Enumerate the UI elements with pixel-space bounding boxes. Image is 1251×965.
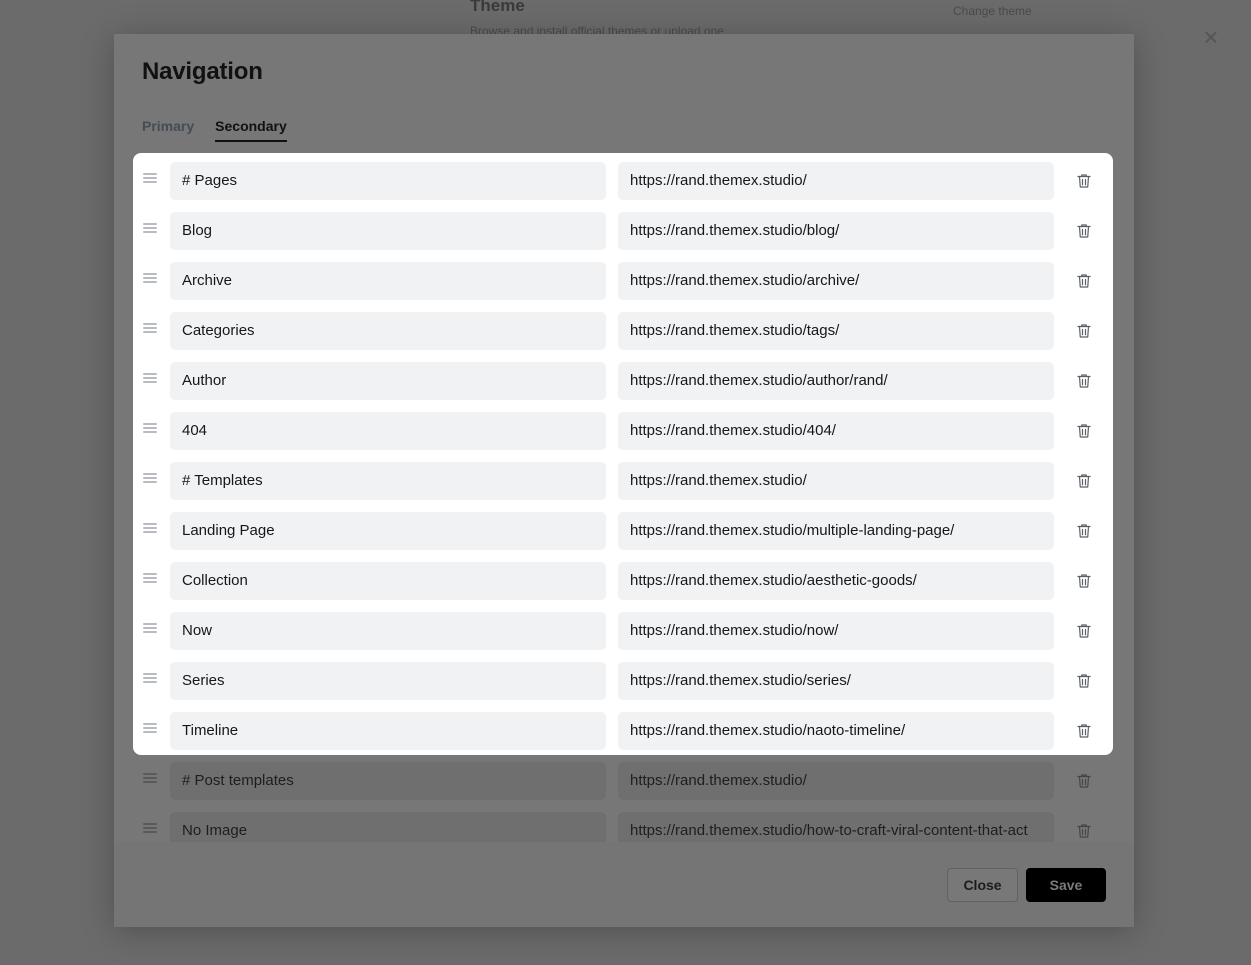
drag-handle-icon[interactable]	[143, 323, 157, 333]
secondary-nav-list: # Pages https://rand.themex.studio/Blog ht…	[133, 153, 1113, 755]
trash-icon[interactable]	[1075, 172, 1095, 192]
drag-handle-icon[interactable]	[143, 723, 157, 733]
nav-item-label-input[interactable]: 404	[170, 412, 606, 450]
trash-icon[interactable]	[1075, 822, 1095, 842]
nav-item-url-input[interactable]: https://rand.themex.studio/multiple-land…	[618, 512, 1054, 550]
nav-item-label-input[interactable]: # Templates	[170, 462, 606, 500]
trash-icon[interactable]	[1075, 372, 1095, 392]
nav-item-label-input[interactable]: Collection	[170, 562, 606, 600]
nav-item-label-input[interactable]: Landing Page	[170, 512, 606, 550]
drag-handle-icon[interactable]	[143, 623, 157, 633]
nav-item-label-input[interactable]: # Pages	[170, 162, 606, 200]
nav-item-url-input[interactable]: https://rand.themex.studio/series/	[618, 662, 1054, 700]
dimmed-nav-list: # Post templates https://rand.themex.stud…	[133, 755, 1113, 842]
tab-secondary[interactable]: Secondary	[215, 118, 287, 142]
close-icon[interactable]: ×	[1200, 24, 1222, 50]
nav-item-url-input[interactable]: https://rand.themex.studio/	[618, 762, 1054, 800]
nav-item-url-input[interactable]: https://rand.themex.studio/	[618, 462, 1054, 500]
nav-item-row: Categories https://rand.themex.studio/tag…	[133, 312, 1113, 350]
nav-item-row: Now https://rand.themex.studio/now/	[133, 612, 1113, 650]
nav-item-label-input[interactable]: No Image	[170, 812, 606, 842]
drag-handle-icon[interactable]	[143, 473, 157, 483]
background-section-title: Theme	[470, 0, 525, 15]
trash-icon[interactable]	[1075, 472, 1095, 492]
nav-item-row: Timeline https://rand.themex.studio/naoto…	[133, 712, 1113, 750]
nav-item-url-input[interactable]: https://rand.themex.studio/naoto-timelin…	[618, 712, 1054, 750]
modal-title: Navigation	[142, 58, 263, 85]
trash-icon[interactable]	[1075, 772, 1095, 792]
nav-item-url-input[interactable]: https://rand.themex.studio/author/rand/	[618, 362, 1054, 400]
trash-icon[interactable]	[1075, 622, 1095, 642]
trash-icon[interactable]	[1075, 672, 1095, 692]
drag-handle-icon[interactable]	[143, 523, 157, 533]
tab-bar: Primary Secondary	[142, 118, 287, 142]
change-theme-link: Change theme	[953, 4, 1032, 18]
trash-icon[interactable]	[1075, 222, 1095, 242]
trash-icon[interactable]	[1075, 272, 1095, 292]
nav-item-url-input[interactable]: https://rand.themex.studio/	[618, 162, 1054, 200]
drag-handle-icon[interactable]	[143, 173, 157, 183]
trash-icon[interactable]	[1075, 422, 1095, 442]
nav-item-label-input[interactable]: Author	[170, 362, 606, 400]
nav-item-url-input[interactable]: https://rand.themex.studio/blog/	[618, 212, 1054, 250]
nav-item-label-input[interactable]: Now	[170, 612, 606, 650]
nav-item-url-input[interactable]: https://rand.themex.studio/aesthetic-goo…	[618, 562, 1054, 600]
drag-handle-icon[interactable]	[143, 223, 157, 233]
nav-item-label-input[interactable]: Series	[170, 662, 606, 700]
drag-handle-icon[interactable]	[143, 273, 157, 283]
trash-icon[interactable]	[1075, 522, 1095, 542]
nav-item-row: # Post templates https://rand.themex.stud…	[133, 762, 1113, 800]
drag-handle-icon[interactable]	[143, 373, 157, 383]
nav-item-row: Blog https://rand.themex.studio/blog/	[133, 212, 1113, 250]
nav-item-row: Landing Page https://rand.themex.studio/m…	[133, 512, 1113, 550]
drag-handle-icon[interactable]	[143, 423, 157, 433]
drag-handle-icon[interactable]	[143, 673, 157, 683]
nav-item-row: # Templates https://rand.themex.studio/	[133, 462, 1113, 500]
save-button[interactable]: Save	[1026, 868, 1106, 902]
nav-item-row: Archive https://rand.themex.studio/archiv…	[133, 262, 1113, 300]
trash-icon[interactable]	[1075, 722, 1095, 742]
nav-item-url-input[interactable]: https://rand.themex.studio/tags/	[618, 312, 1054, 350]
nav-item-row: No Image https://rand.themex.studio/how-t…	[133, 812, 1113, 842]
nav-item-row: 404 https://rand.themex.studio/404/	[133, 412, 1113, 450]
nav-item-row: Series https://rand.themex.studio/series/	[133, 662, 1113, 700]
drag-handle-icon[interactable]	[143, 823, 157, 833]
drag-handle-icon[interactable]	[143, 773, 157, 783]
nav-item-url-input[interactable]: https://rand.themex.studio/archive/	[618, 262, 1054, 300]
nav-item-url-input[interactable]: https://rand.themex.studio/now/	[618, 612, 1054, 650]
close-button[interactable]: Close	[947, 868, 1018, 902]
nav-item-url-input[interactable]: https://rand.themex.studio/how-to-craft-…	[618, 812, 1054, 842]
trash-icon[interactable]	[1075, 572, 1095, 592]
drag-handle-icon[interactable]	[143, 573, 157, 583]
tab-primary[interactable]: Primary	[142, 118, 194, 142]
nav-item-label-input[interactable]: # Post templates	[170, 762, 606, 800]
nav-item-label-input[interactable]: Timeline	[170, 712, 606, 750]
nav-item-label-input[interactable]: Archive	[170, 262, 606, 300]
nav-item-url-input[interactable]: https://rand.themex.studio/404/	[618, 412, 1054, 450]
nav-item-row: Author https://rand.themex.studio/author/…	[133, 362, 1113, 400]
nav-item-row: # Pages https://rand.themex.studio/	[133, 162, 1113, 200]
nav-item-row: Collection https://rand.themex.studio/aes…	[133, 562, 1113, 600]
nav-item-label-input[interactable]: Categories	[170, 312, 606, 350]
nav-item-label-input[interactable]: Blog	[170, 212, 606, 250]
trash-icon[interactable]	[1075, 322, 1095, 342]
